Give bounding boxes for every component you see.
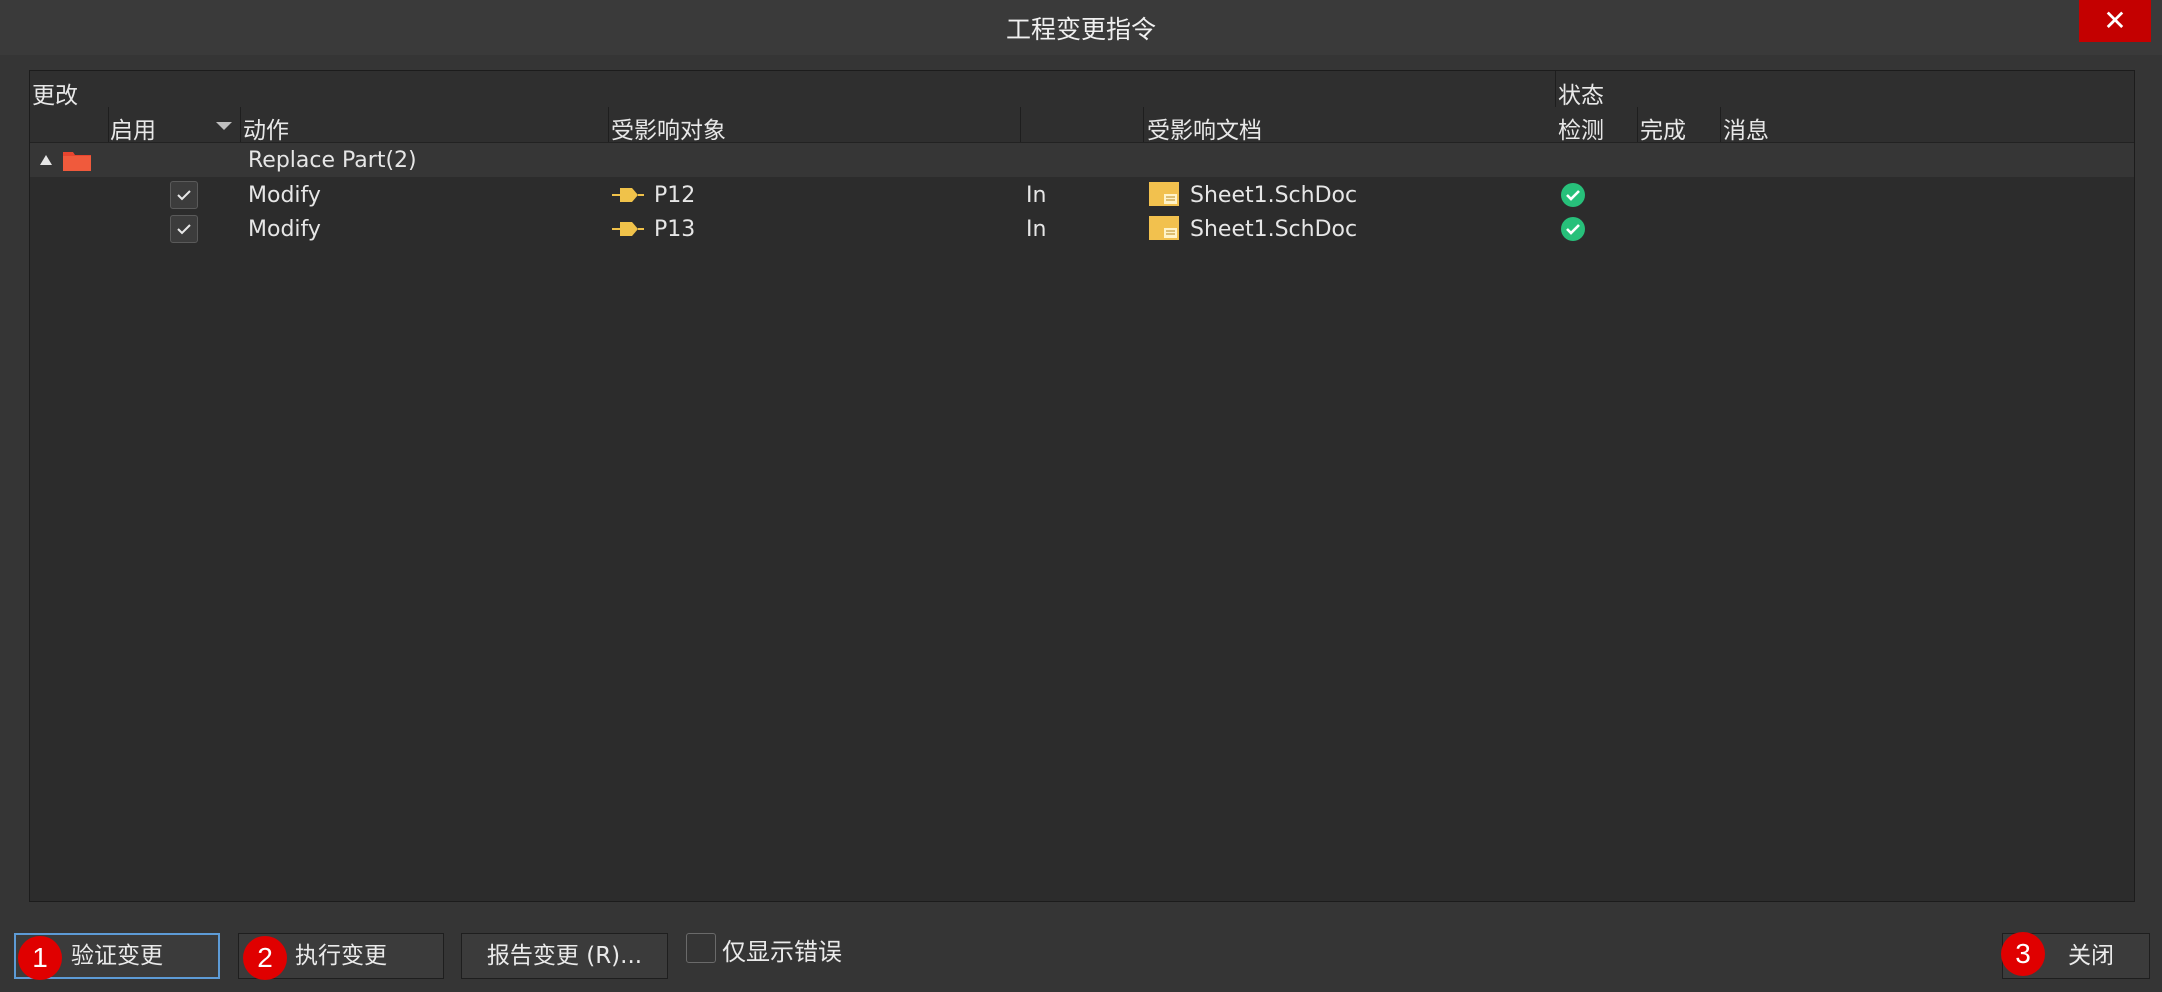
enable-checkbox[interactable] — [170, 181, 198, 209]
only-show-errors-checkbox[interactable] — [686, 933, 716, 963]
schematic-doc-icon — [1149, 216, 1179, 240]
dialog-title: 工程变更指令 — [1005, 15, 1156, 44]
row-document: Sheet1.SchDoc — [1190, 183, 1358, 208]
column-divider — [608, 107, 609, 142]
checkmark-icon — [177, 224, 191, 235]
column-header-done[interactable]: 完成 — [1640, 111, 1686, 145]
sort-desc-icon[interactable] — [216, 122, 232, 130]
row-object: P12 — [654, 183, 696, 208]
column-divider — [1020, 107, 1021, 142]
folder-icon — [63, 152, 91, 171]
column-divider — [1720, 107, 1721, 142]
grid-group-header — [30, 71, 2134, 108]
expand-collapse-icon[interactable] — [40, 155, 52, 165]
pin-icon — [612, 188, 644, 202]
group-label: Replace Part(2) — [248, 148, 417, 173]
only-show-errors-label[interactable]: 仅显示错误 — [722, 932, 842, 967]
check-ok-icon — [1561, 183, 1585, 207]
enable-checkbox[interactable] — [170, 215, 198, 243]
checkmark-icon — [177, 190, 191, 201]
annotation-badge: 1 — [18, 936, 62, 980]
close-label: 关闭 — [2068, 943, 2114, 969]
execute-changes-label: 执行变更 — [295, 943, 387, 969]
column-divider — [108, 107, 109, 142]
column-header-message[interactable]: 消息 — [1723, 111, 1769, 145]
row-document: Sheet1.SchDoc — [1190, 217, 1358, 242]
validate-changes-label: 验证变更 — [71, 943, 163, 969]
report-changes-button[interactable]: 报告变更 (R)... — [461, 933, 668, 979]
row-direction: In — [1026, 217, 1047, 242]
header-changes: 更改 — [32, 83, 78, 109]
row-action: Modify — [248, 183, 321, 208]
row-object: P13 — [654, 217, 696, 242]
changes-grid[interactable] — [29, 70, 2135, 902]
grid-column-header — [30, 107, 2134, 143]
header-status: 状态 — [1558, 83, 1604, 109]
close-window-button[interactable]: ✕ — [2079, 0, 2151, 42]
check-ok-icon — [1561, 217, 1585, 241]
column-divider — [240, 107, 241, 142]
annotation-badge: 3 — [2001, 932, 2045, 976]
column-header-enable[interactable]: 启用 — [110, 111, 156, 145]
column-divider — [1637, 107, 1638, 142]
annotation-badge: 2 — [243, 936, 287, 980]
schematic-doc-icon — [1149, 182, 1179, 206]
column-header-action[interactable]: 动作 — [243, 111, 289, 145]
title-bar: 工程变更指令 ✕ — [0, 0, 2162, 55]
report-changes-label: 报告变更 (R)... — [486, 943, 643, 969]
column-header-check[interactable]: 检测 — [1558, 111, 1604, 145]
row-direction: In — [1026, 183, 1047, 208]
column-header-affected-object[interactable]: 受影响对象 — [611, 111, 726, 145]
column-header-affected-document[interactable]: 受影响文档 — [1147, 111, 1262, 145]
pin-icon — [612, 222, 644, 236]
row-action: Modify — [248, 217, 321, 242]
column-divider — [1143, 107, 1144, 142]
